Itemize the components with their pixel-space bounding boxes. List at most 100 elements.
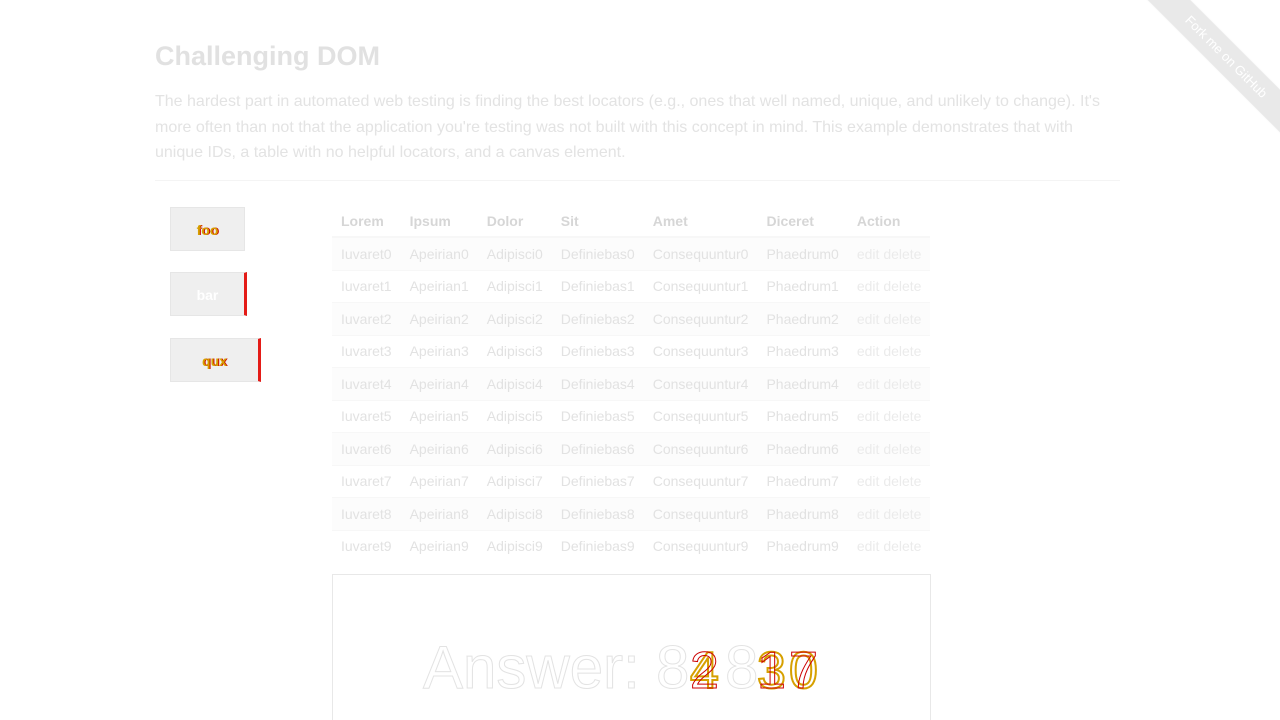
delete-link[interactable]: delete xyxy=(883,538,921,554)
edit-link[interactable]: edit xyxy=(857,311,880,327)
answer-mid-digit: 8 xyxy=(725,634,758,701)
table-cell: Definiebas9 xyxy=(551,529,644,562)
table-row: Iuvaret6 Apeirian6 Adipisci6 Definiebas6 Con… xyxy=(332,432,931,465)
table-cell: Iuvaret0 xyxy=(332,236,401,270)
table-row: Iuvaret5 Apeirian5 Adipisci5 Definiebas5 Con… xyxy=(332,399,931,433)
table-cell: Apeirian9 xyxy=(400,529,478,562)
edit-link[interactable]: edit xyxy=(857,343,880,359)
edit-link[interactable]: edit xyxy=(857,506,880,522)
delete-link[interactable]: delete xyxy=(883,246,921,262)
answer-digit-d: 1 xyxy=(757,642,786,700)
table-cell: Apeirian0 xyxy=(400,236,478,270)
table-row: Iuvaret2 Apeirian2 Adipisci2 Definiebas2 Con… xyxy=(332,302,931,335)
edit-link[interactable]: edit xyxy=(857,538,880,554)
table-row: Iuvaret4 Apeirian4 Adipisci4 Definiebas4 Con… xyxy=(332,367,931,400)
table-cell: Consequuntur1 xyxy=(643,269,758,303)
table-cell: Apeirian6 xyxy=(400,432,478,465)
table-cell: Adipisci6 xyxy=(477,432,552,465)
answer-static-digit: 8 xyxy=(656,634,689,701)
table-cell: Adipisci3 xyxy=(477,334,552,368)
table-cell: Iuvaret3 xyxy=(332,334,401,368)
table-cell: Consequuntur8 xyxy=(643,497,758,530)
table-cell: Iuvaret1 xyxy=(332,269,401,303)
header-lorem: Lorem xyxy=(332,205,401,238)
table-row: Iuvaret8 Apeirian8 Adipisci8 Definiebas8 Con… xyxy=(332,497,931,530)
table-cell: Adipisci5 xyxy=(477,399,552,433)
table-cell: Consequuntur2 xyxy=(643,302,758,335)
table-cell: Iuvaret9 xyxy=(332,529,401,562)
table-cell-action: edit delete xyxy=(847,399,931,433)
header-ipsum: Ipsum xyxy=(400,205,478,238)
table-cell: Adipisci2 xyxy=(477,302,552,335)
foo-button[interactable]: foo xyxy=(170,207,245,251)
table-row: Iuvaret7 Apeirian7 Adipisci7 Definiebas7 Con… xyxy=(332,464,931,498)
table-row: Iuvaret1 Apeirian1 Adipisci1 Definiebas1 Con… xyxy=(332,269,931,303)
edit-link[interactable]: edit xyxy=(857,246,880,262)
delete-link[interactable]: delete xyxy=(883,408,921,424)
fork-me-link[interactable]: Fork me on GitHub xyxy=(1144,0,1280,139)
table-cell: Phaedrum6 xyxy=(757,432,848,465)
delete-link[interactable]: delete xyxy=(883,278,921,294)
table-cell: Consequuntur3 xyxy=(643,334,758,368)
table-cell: Adipisci8 xyxy=(477,497,552,530)
table-cell-action: edit delete xyxy=(847,334,931,368)
edit-link[interactable]: edit xyxy=(857,441,880,457)
foo-button-label: foo xyxy=(196,222,219,238)
delete-link[interactable]: delete xyxy=(883,473,921,489)
qux-button-label: qux xyxy=(202,353,227,369)
table-cell: Phaedrum4 xyxy=(757,367,848,400)
table-cell: Definiebas1 xyxy=(551,269,644,303)
qux-button[interactable]: qux xyxy=(170,338,261,382)
edit-link[interactable]: edit xyxy=(857,278,880,294)
table-cell: Adipisci4 xyxy=(477,367,552,400)
header-action: Action xyxy=(847,205,931,238)
table-cell: Iuvaret5 xyxy=(332,399,401,433)
table-cell: Apeirian3 xyxy=(400,334,478,368)
table-cell: Apeirian5 xyxy=(400,399,478,433)
table-cell: Phaedrum8 xyxy=(757,497,848,530)
delete-link[interactable]: delete xyxy=(883,441,921,457)
delete-link[interactable]: delete xyxy=(883,506,921,522)
table-body: Iuvaret0 Apeirian0 Adipisci0 Definiebas0 Con… xyxy=(332,236,931,562)
table-cell: Adipisci7 xyxy=(477,464,552,498)
table-row: Iuvaret0 Apeirian0 Adipisci0 Definiebas0 Con… xyxy=(332,236,931,270)
table-cell: Phaedrum0 xyxy=(757,236,848,270)
header-amet: Amet xyxy=(643,205,758,238)
table-cell: Iuvaret8 xyxy=(332,497,401,530)
page-description: The hardest part in automated web testin… xyxy=(155,93,1100,161)
table-cell: Consequuntur6 xyxy=(643,432,758,465)
table-cell: Iuvaret7 xyxy=(332,464,401,498)
delete-link[interactable]: delete xyxy=(883,376,921,392)
header-sit: Sit xyxy=(551,205,644,238)
bar-button[interactable]: bar xyxy=(170,272,247,316)
delete-link[interactable]: delete xyxy=(883,311,921,327)
edit-link[interactable]: edit xyxy=(857,408,880,424)
edit-link[interactable]: edit xyxy=(857,376,880,392)
table-cell: Phaedrum1 xyxy=(757,269,848,303)
data-table: Lorem Ipsum Dolor Sit Amet Diceret Actio… xyxy=(332,205,931,562)
table-header-row: Lorem Ipsum Dolor Sit Amet Diceret Actio… xyxy=(332,205,931,238)
table-cell: Definiebas5 xyxy=(551,399,644,433)
table-cell: Consequuntur4 xyxy=(643,367,758,400)
table-cell: Definiebas7 xyxy=(551,464,644,498)
table-cell: Phaedrum5 xyxy=(757,399,848,433)
page: Fork me on GitHub Challenging DOM The ha… xyxy=(0,0,1280,720)
table-cell: Consequuntur9 xyxy=(643,529,758,562)
edit-link[interactable]: edit xyxy=(857,473,880,489)
table-cell: Adipisci0 xyxy=(477,236,552,270)
table-cell: Iuvaret4 xyxy=(332,367,401,400)
canvas-drawing: Answer: 8 4 2 8 3 1 0 7 xyxy=(423,634,819,702)
table-cell: Phaedrum3 xyxy=(757,334,848,368)
table-cell: Iuvaret2 xyxy=(332,302,401,335)
table-cell: Definiebas3 xyxy=(551,334,644,368)
table-cell: Definiebas2 xyxy=(551,302,644,335)
table-cell-action: edit delete xyxy=(847,302,931,335)
table-cell: Phaedrum2 xyxy=(757,302,848,335)
delete-link[interactable]: delete xyxy=(883,343,921,359)
table-cell: Consequuntur5 xyxy=(643,399,758,433)
table-cell: Consequuntur7 xyxy=(643,464,758,498)
table-cell: Apeirian8 xyxy=(400,497,478,530)
table-cell: Phaedrum9 xyxy=(757,529,848,562)
page-title: Challenging DOM xyxy=(155,41,380,71)
table-cell: Consequuntur0 xyxy=(643,236,758,270)
